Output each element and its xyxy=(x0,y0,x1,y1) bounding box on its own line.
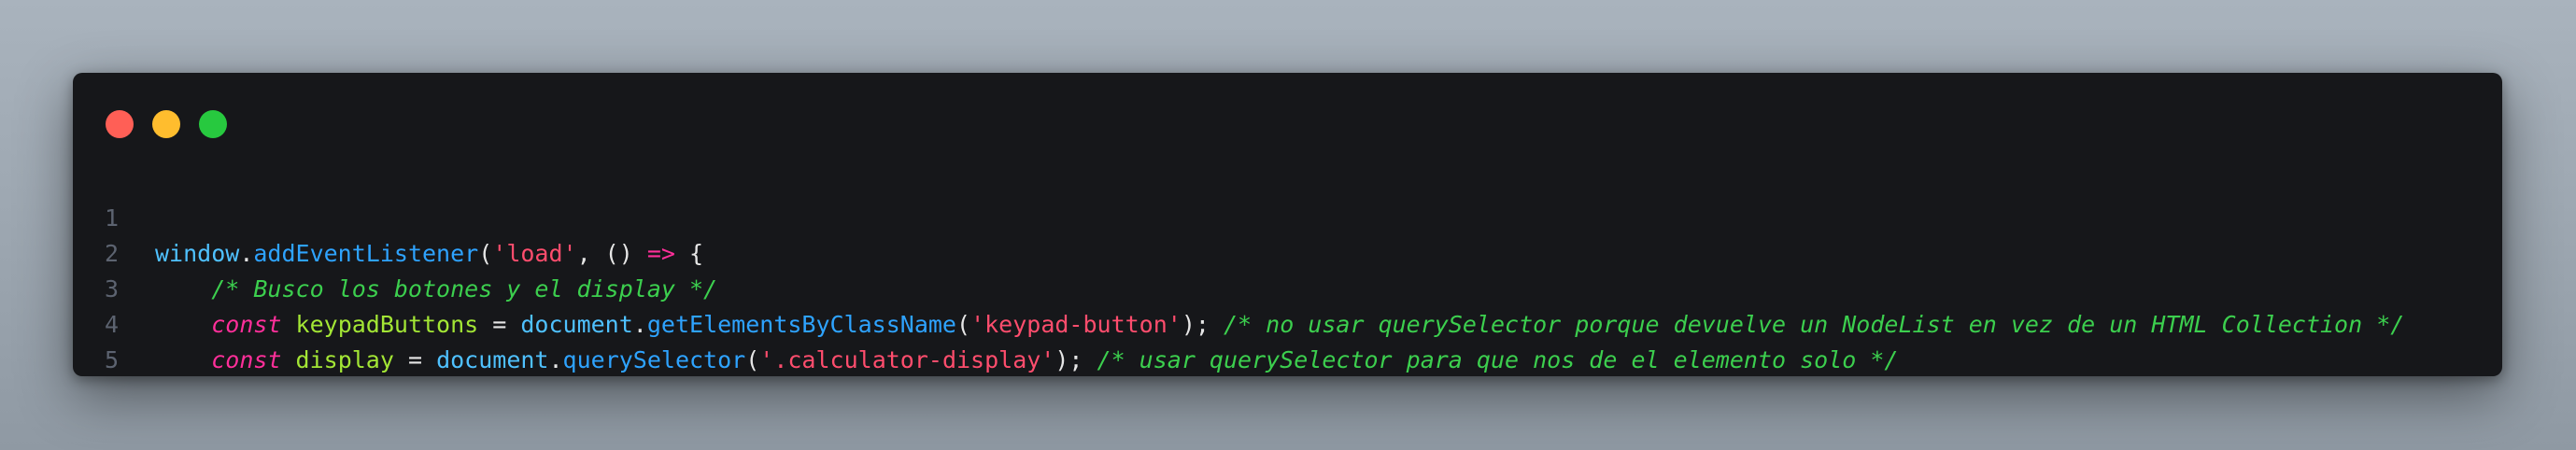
window-controls xyxy=(106,110,227,138)
token-operator: = xyxy=(393,346,437,373)
code-line: 5 xyxy=(73,307,2502,373)
token-punctuation: . xyxy=(548,346,563,373)
code-line-content: const display = document.querySelector('… xyxy=(155,343,1898,378)
code-line: 2 /* Busco los botones y el display */ xyxy=(73,201,2502,302)
token-punctuation: ); xyxy=(1054,346,1097,373)
code-line: 1 window.addEventListener('load', () => … xyxy=(73,165,2502,267)
maximize-button[interactable] xyxy=(199,110,227,138)
token-object: document xyxy=(436,346,549,373)
code-block: 1 window.addEventListener('load', () => … xyxy=(73,165,2502,373)
token-punctuation: ( xyxy=(745,346,760,373)
code-line: 4 const display = document.querySelector… xyxy=(73,272,2502,373)
token-function: querySelector xyxy=(562,346,746,373)
token-keyword: const xyxy=(211,346,282,373)
line-number: 5 xyxy=(105,346,120,373)
token-comment: /* usar querySelector para que nos de el… xyxy=(1097,346,1899,373)
token-string: '.calculator-display' xyxy=(759,346,1055,373)
code-line: 3 const keypadButtons = document.getElem… xyxy=(73,236,2502,338)
code-window: 1 window.addEventListener('load', () => … xyxy=(73,73,2502,376)
token-variable: display xyxy=(295,346,394,373)
minimize-button[interactable] xyxy=(152,110,180,138)
close-button[interactable] xyxy=(106,110,134,138)
